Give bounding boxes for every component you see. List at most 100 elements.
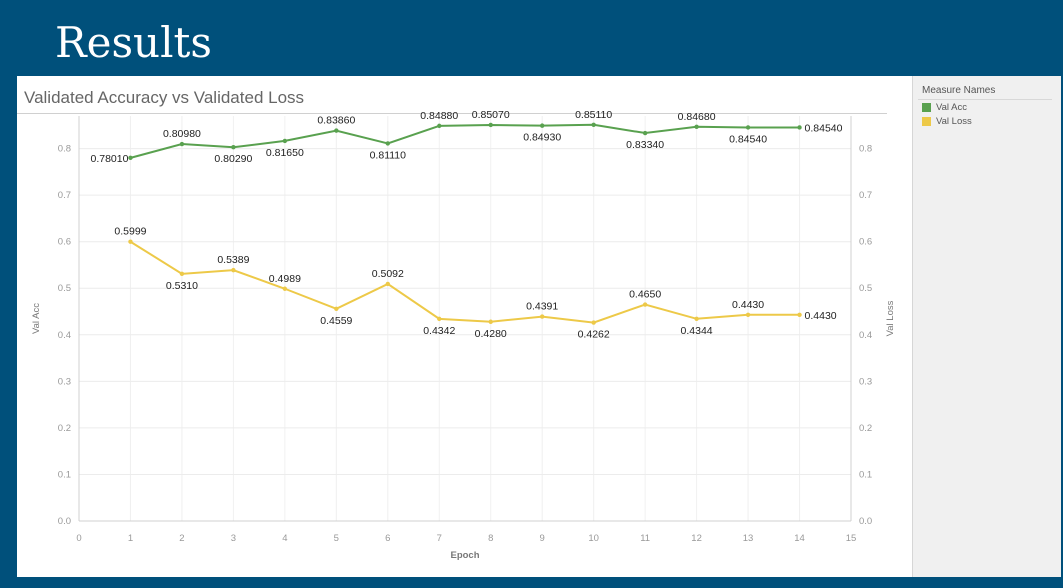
y-tick-label-left: 0.8 [58,144,71,155]
data-label-val-acc: 0.80290 [214,153,252,165]
y-tick-label-left: 0.2 [58,423,71,434]
y-axis-title-right: Val Loss [885,300,896,336]
legend-label-val-acc: Val Acc [936,102,967,113]
data-label-val-loss: 0.4989 [269,273,301,285]
x-tick-label: 13 [743,533,754,544]
data-point-val-acc [540,123,545,128]
y-tick-label-right: 0.1 [859,469,872,480]
data-label-val-acc: 0.85110 [575,109,612,121]
data-label-val-loss: 0.5389 [217,254,249,266]
data-point-val-acc [437,123,442,129]
legend-panel: Measure Names Val Acc Val Loss [912,76,1061,577]
data-label-val-acc: 0.81110 [370,149,407,161]
y-tick-label-left: 0.4 [58,330,71,341]
x-axis-title: Epoch [450,550,479,561]
y-tick-label-left: 0.7 [58,190,71,201]
x-tick-label: 9 [540,533,545,544]
data-label-val-acc: 0.81650 [266,147,304,159]
legend-label-val-loss: Val Loss [936,116,972,127]
data-point-val-acc [797,125,802,130]
x-tick-label: 7 [437,533,442,544]
data-label-val-acc: 0.84680 [678,111,716,123]
data-label-val-loss: 0.4430 [805,310,837,322]
data-point-val-acc [694,124,699,129]
y-tick-label-right: 0.7 [859,190,872,201]
x-tick-label: 12 [691,533,702,544]
data-label-val-loss: 0.5092 [372,268,404,280]
data-point-val-acc [334,128,339,133]
data-point-val-loss [797,312,802,317]
data-label-val-acc: 0.84930 [523,132,561,144]
y-tick-label-left: 0.1 [58,469,71,480]
data-label-val-acc: 0.84880 [420,110,458,122]
data-point-val-loss [694,316,699,321]
x-tick-label: 10 [588,533,599,544]
data-label-val-loss: 0.4280 [475,328,507,340]
x-tick-label: 8 [488,533,493,544]
data-point-val-loss [231,267,236,273]
data-label-val-acc: 0.83860 [317,115,355,127]
y-tick-label-right: 0.0 [859,516,872,527]
x-tick-label: 14 [794,533,805,544]
data-label-val-loss: 0.4559 [320,315,352,327]
legend-swatch-val-loss [922,117,931,126]
data-label-val-loss: 0.4391 [526,301,558,313]
data-label-val-loss: 0.4342 [423,325,455,337]
dashboard-panel: Validated Accuracy vs Validated Loss 0.0… [17,76,1061,577]
y-tick-label-right: 0.5 [859,283,872,294]
x-tick-label: 11 [640,533,650,544]
legend-divider [918,99,1052,100]
y-tick-label-right: 0.3 [859,376,872,387]
data-label-val-loss: 0.4650 [629,289,661,301]
data-point-val-acc [179,141,185,147]
y-tick-label-right: 0.8 [859,144,872,155]
y-tick-label-right: 0.6 [859,237,872,248]
y-axis-title-left: Val Acc [31,303,42,334]
legend-title: Measure Names [922,85,996,96]
data-point-val-loss [128,239,133,244]
data-point-val-loss [179,271,185,277]
data-label-val-loss: 0.4262 [578,329,610,341]
x-tick-label: 5 [334,533,339,544]
x-tick-label: 3 [231,533,236,544]
y-tick-label-left: 0.3 [58,376,71,387]
x-tick-label: 4 [282,533,287,544]
y-tick-label-right: 0.4 [859,330,872,341]
data-point-val-acc [488,122,493,128]
data-label-val-acc: 0.84540 [729,133,767,145]
data-point-val-acc [231,145,236,150]
legend-item-val-loss[interactable]: Val Loss [922,116,972,127]
data-point-val-acc [128,155,133,161]
data-label-val-acc: 0.78010 [90,153,128,165]
data-label-val-loss: 0.5310 [166,280,198,292]
data-label-val-loss: 0.4344 [681,325,713,337]
data-point-val-loss [334,306,339,311]
data-point-val-loss [488,319,493,324]
data-label-val-loss: 0.4430 [732,299,764,311]
data-point-val-loss [642,302,648,307]
chart-area: Validated Accuracy vs Validated Loss 0.0… [17,76,910,577]
slide-title: Results [55,18,212,67]
data-point-val-acc [642,130,648,136]
x-tick-label: 1 [128,533,133,544]
y-tick-label-left: 0.6 [58,237,71,248]
data-point-val-loss [540,314,545,319]
data-point-val-loss [745,312,751,317]
data-point-val-loss [591,320,596,325]
x-tick-label: 0 [76,533,81,544]
data-label-val-acc: 0.83340 [626,139,664,151]
data-point-val-loss [282,286,288,291]
data-point-val-acc [591,122,596,127]
data-point-val-acc [385,141,390,146]
data-label-val-loss: 0.5999 [114,226,146,238]
data-point-val-acc [282,138,288,144]
data-label-val-acc: 0.84540 [805,122,843,134]
legend-item-val-acc[interactable]: Val Acc [922,102,967,113]
x-tick-label: 15 [846,533,857,544]
data-point-val-loss [437,316,442,322]
x-tick-label: 6 [385,533,390,544]
legend-swatch-val-acc [922,103,931,112]
data-label-val-acc: 0.80980 [163,128,201,140]
y-tick-label-right: 0.2 [859,423,872,434]
line-chart: 0.0 0.0 0.1 0.1 0.2 0.2 0.3 0.3 0.4 0.4 0.5 0.5 0.6 0… [31,109,896,561]
